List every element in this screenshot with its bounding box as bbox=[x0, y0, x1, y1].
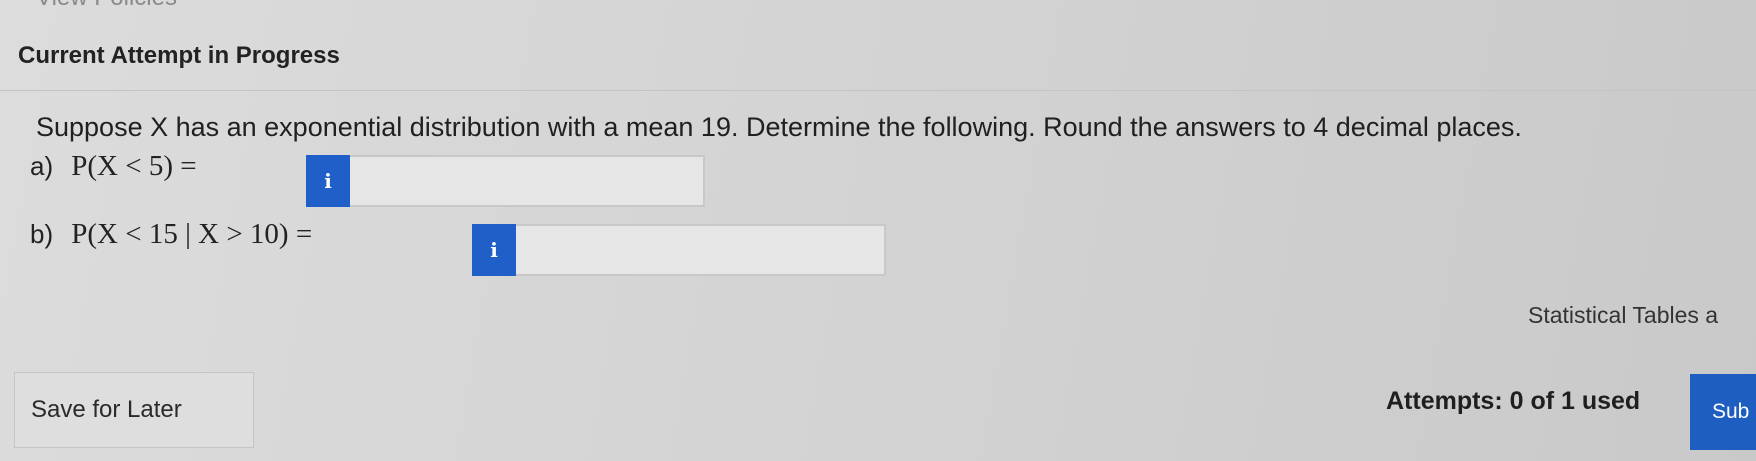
save-for-later-button[interactable]: Save for Later bbox=[14, 372, 254, 448]
info-icon[interactable]: i bbox=[306, 155, 350, 207]
part-a-expression: P(X < 5) = bbox=[71, 150, 197, 182]
info-icon[interactable]: i bbox=[472, 224, 516, 276]
part-b-answer-input[interactable] bbox=[516, 224, 886, 276]
submit-button[interactable]: Sub bbox=[1690, 374, 1756, 450]
part-b-label: b) P(X < 15 | X > 10) = bbox=[30, 218, 312, 251]
part-a-label: a) P(X < 5) = bbox=[30, 150, 197, 183]
question-text: Suppose X has an exponential distributio… bbox=[36, 112, 1522, 142]
divider bbox=[0, 90, 1756, 91]
view-policies-link[interactable]: View Policies bbox=[36, 0, 177, 12]
statistical-tables-link[interactable]: Statistical Tables a bbox=[1528, 302, 1718, 329]
part-a-answer-group: i bbox=[306, 155, 705, 207]
attempts-counter: Attempts: 0 of 1 used bbox=[1386, 387, 1641, 415]
part-a-answer-input[interactable] bbox=[350, 155, 705, 207]
part-b-answer-group: i bbox=[472, 224, 886, 276]
part-a-letter: a) bbox=[30, 151, 54, 181]
section-title: Current Attempt in Progress bbox=[18, 42, 340, 69]
part-b-letter: b) bbox=[30, 219, 54, 249]
part-b-expression: P(X < 15 | X > 10) = bbox=[71, 218, 313, 250]
